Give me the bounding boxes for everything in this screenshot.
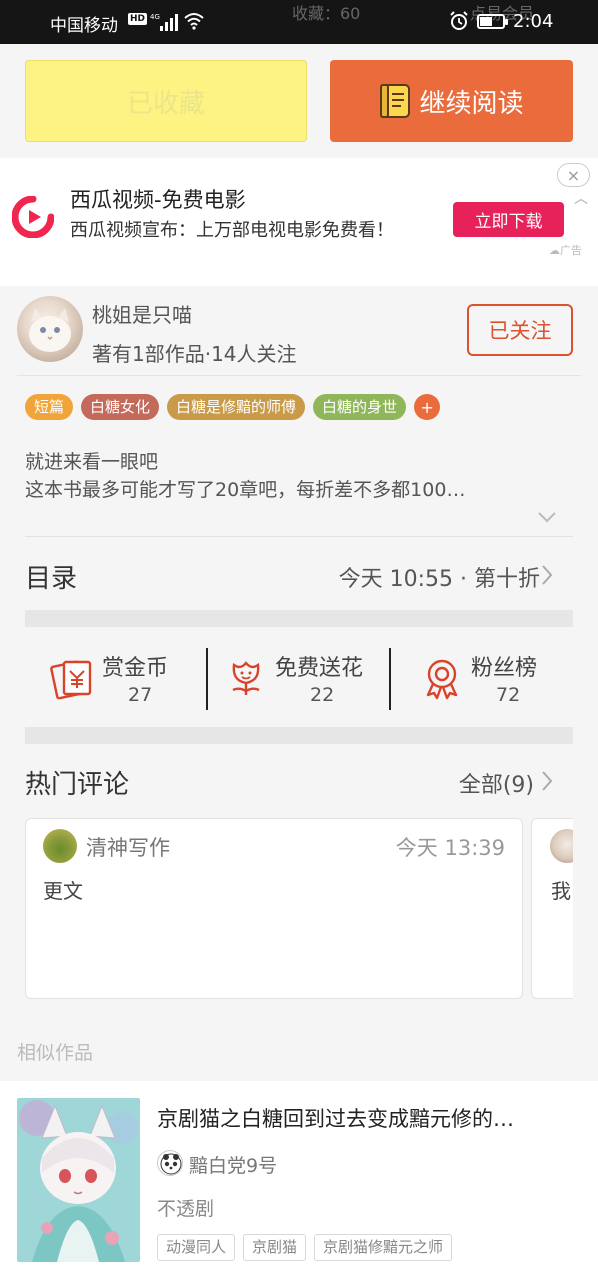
tag-item[interactable]: 短篇 <box>25 394 74 420</box>
tag-list: 短篇 白糖女化 白糖是修黯的师傅 白糖的身世 + <box>25 394 441 420</box>
work-title[interactable]: 京剧猫之白糖回到过去变成黯元修的… <box>157 1103 577 1133</box>
catalog-title[interactable]: 目录 <box>25 558 77 595</box>
add-tag-button[interactable]: + <box>414 394 441 420</box>
flower-count: 22 <box>310 684 335 706</box>
signal-icon: 4G <box>150 13 178 31</box>
description-line: 就进来看一眼吧 <box>25 451 159 473</box>
work-author[interactable]: 黯白党9号 <box>189 1151 277 1178</box>
catalog-latest-update[interactable]: 今天 10:55 · 第十折 <box>339 561 540 593</box>
ad-label: ☁广告 <box>549 244 582 257</box>
battery-icon <box>477 14 508 29</box>
ad-close-icon[interactable]: × <box>557 163 590 187</box>
continue-reading-button[interactable]: 继续阅读 <box>330 60 573 142</box>
author-avatar[interactable] <box>17 296 83 362</box>
ad-label-text: 广告 <box>560 244 582 257</box>
comment-text: 更文 <box>43 879 83 903</box>
fan-ranking-button[interactable]: 粉丝榜 72 <box>419 640 549 720</box>
work-description: 不透剧 <box>157 1198 215 1220</box>
ad-description: 西瓜视频宣布：上万部电视电影免费看！ <box>70 220 394 241</box>
comment-card[interactable]: 清神写作 今天 13:39 更文 <box>25 818 523 999</box>
anime-cover-illustration <box>17 1098 140 1262</box>
network-type: 4G <box>150 13 160 21</box>
tag-item[interactable]: 白糖是修黯的师傅 <box>167 394 306 420</box>
hd-badge: HD <box>128 13 148 25</box>
chevron-down-icon[interactable] <box>537 510 557 524</box>
reward-coin-count: 27 <box>128 684 153 706</box>
interaction-stats: 赏金币 27 免费送花 22 粉丝榜 72 <box>25 640 573 720</box>
flower-icon <box>232 661 260 695</box>
book-description[interactable]: 就进来看一眼吧 这本书最多可能才写了20章吧，每折差不多都100… <box>25 448 465 504</box>
medal-icon <box>426 659 458 700</box>
description-line: 这本书最多可能才写了20章吧，每折差不多都100… <box>25 479 466 501</box>
commenter-avatar[interactable] <box>43 829 77 863</box>
section-separator <box>25 610 573 627</box>
red-envelope-icon <box>50 660 92 700</box>
divider <box>206 648 208 710</box>
author-name[interactable]: 桃姐是只喵 <box>92 299 192 328</box>
author-stats: 著有1部作品·14人关注 <box>92 342 297 366</box>
comment-time: 今天 13:39 <box>395 836 505 860</box>
chevron-up-icon[interactable]: ︿ <box>574 188 588 208</box>
chevron-right-icon[interactable] <box>540 563 554 587</box>
top-action-bar: 已收藏 继续阅读 <box>0 44 598 158</box>
carrier-name: 中国移动 <box>50 16 118 36</box>
author-section: 桃姐是只喵 著有1部作品·14人关注 已关注 <box>17 296 581 376</box>
commenter-name[interactable]: 清神写作 <box>86 832 170 862</box>
work-author-avatar <box>157 1150 183 1176</box>
continue-reading-label: 继续阅读 <box>419 88 524 119</box>
work-cover-image[interactable] <box>17 1098 140 1262</box>
follow-button[interactable]: 已关注 <box>467 304 573 356</box>
ad-banner[interactable]: 西瓜视频-免费电影 西瓜视频宣布：上万部电视电影免费看！ 立即下载 × ︿ ☁广… <box>0 158 598 286</box>
work-tag[interactable]: 动漫同人 <box>157 1234 236 1261</box>
reward-coin-label: 赏金币 <box>102 656 169 681</box>
tag-item[interactable]: 白糖女化 <box>81 394 160 420</box>
chevron-right-icon[interactable] <box>540 769 554 793</box>
section-separator <box>25 727 573 744</box>
alarm-icon <box>450 11 468 30</box>
clock: 2:04 <box>513 11 554 32</box>
work-tag[interactable]: 京剧猫 <box>243 1234 307 1261</box>
all-comments-link[interactable]: 全部(9) <box>459 767 534 799</box>
similar-work-item[interactable]: 京剧猫之白糖回到过去变成黯元修的… 黯白党9号 不透剧 动漫同人 京剧猫 京剧猫… <box>0 1081 598 1280</box>
ad-title: 西瓜视频-免费电影 <box>70 188 246 212</box>
book-icon <box>380 84 411 118</box>
comment-text: 我 <box>551 879 571 903</box>
cat-avatar-image <box>29 308 71 352</box>
divider <box>389 648 391 710</box>
panda-avatar-icon <box>160 1153 182 1175</box>
xigua-video-logo-icon <box>12 196 54 238</box>
divider <box>25 536 573 537</box>
status-bar: 收藏：60 点易会员 中国移动 HD 4G 2:04 <box>0 0 598 44</box>
similar-works-title: 相似作品 <box>17 1042 94 1064</box>
work-tag-list: 动漫同人 京剧猫 京剧猫修黯元之师 <box>157 1234 453 1261</box>
scroll-edge <box>573 818 598 999</box>
tag-item[interactable]: 白糖的身世 <box>313 394 407 420</box>
send-flower-button[interactable]: 免费送花 22 <box>223 640 383 720</box>
favorited-button[interactable]: 已收藏 <box>25 60 307 142</box>
hot-comments-title: 热门评论 <box>25 770 130 800</box>
fan-count: 72 <box>496 684 521 706</box>
obscured-favorites-count: 收藏：60 <box>292 4 361 23</box>
reward-coin-button[interactable]: 赏金币 27 <box>50 640 190 720</box>
ad-download-button[interactable]: 立即下载 <box>453 202 564 237</box>
wifi-icon <box>184 13 204 30</box>
fan-ranking-label: 粉丝榜 <box>471 656 538 681</box>
work-tag[interactable]: 京剧猫修黯元之师 <box>314 1234 453 1261</box>
send-flower-label: 免费送花 <box>275 656 364 681</box>
